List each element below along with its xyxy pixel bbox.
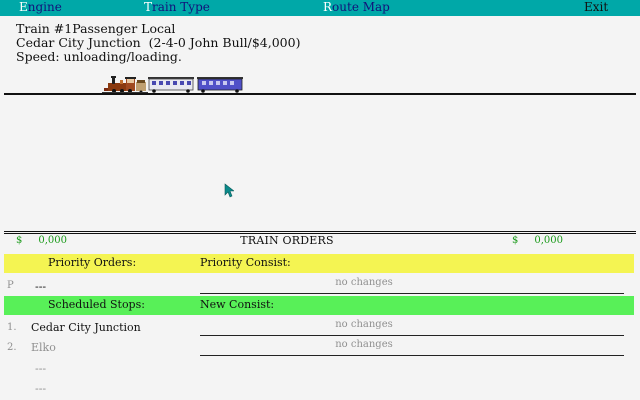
menu-route-map[interactable]: Route Map [323, 0, 390, 16]
menu-train-type[interactable]: Train Type [144, 0, 210, 16]
train-location-engine: Cedar City Junction (2-4-0 John Bull/$4,… [16, 35, 301, 50]
orders-top-rule [4, 231, 636, 232]
menu-engine-hotkey: E [19, 0, 28, 14]
priority-order-value[interactable]: --- [35, 280, 46, 293]
train-speed: Speed: unloading/loading. [16, 49, 182, 64]
stop-consist[interactable]: no changes [304, 319, 424, 331]
train-name: Train #1Passenger Local [16, 21, 176, 36]
stop-name[interactable]: --- [35, 362, 46, 375]
right-money: $0,000 [512, 235, 563, 247]
passenger-car-icon [197, 77, 243, 93]
right-money-symbol: $ [512, 235, 519, 246]
stop-consist-underline [200, 355, 624, 356]
train-graphic [102, 76, 243, 94]
menu-engine-label: ngine [27, 0, 62, 14]
new-consist-label: New Consist: [200, 298, 275, 311]
stop-name[interactable]: Elko [31, 341, 56, 354]
menu-exit[interactable]: Exit [584, 0, 608, 16]
menu-bar: Engine Train Type Route Map Exit [0, 0, 640, 16]
stop-consist-underline [200, 335, 624, 336]
right-money-value: 0,000 [534, 235, 564, 246]
stop-name[interactable]: Cedar City Junction [31, 321, 141, 334]
priority-consist-value[interactable]: no changes [304, 277, 424, 289]
priority-consist-label: Priority Consist: [200, 256, 291, 269]
menu-route-map-hotkey: R [323, 0, 333, 14]
scheduled-stops-label: Scheduled Stops: [48, 298, 145, 311]
locomotive-icon [102, 76, 148, 94]
stop-number: 2. [7, 342, 17, 353]
menu-train-type-label: rain Type [152, 0, 210, 14]
passenger-car-icon [148, 77, 194, 93]
priority-orders-label: Priority Orders: [48, 256, 137, 269]
menu-route-map-label: oute Map [332, 0, 390, 14]
stop-name[interactable]: --- [35, 382, 46, 395]
scheduled-band: Scheduled Stops: New Consist: [4, 296, 634, 315]
train-orders-title: TRAIN ORDERS [240, 234, 334, 247]
priority-marker: P [7, 280, 14, 291]
mouse-cursor-icon [224, 183, 234, 198]
stop-consist[interactable]: no changes [304, 339, 424, 351]
game-screen: Engine Train Type Route Map Exit Train #… [0, 0, 640, 400]
menu-train-type-hotkey: T [144, 0, 153, 14]
stop-number: 1. [7, 322, 17, 333]
menu-engine[interactable]: Engine [19, 0, 62, 16]
track-divider [4, 93, 636, 95]
priority-band: Priority Orders: Priority Consist: [4, 254, 634, 273]
priority-consist-underline [200, 293, 624, 294]
